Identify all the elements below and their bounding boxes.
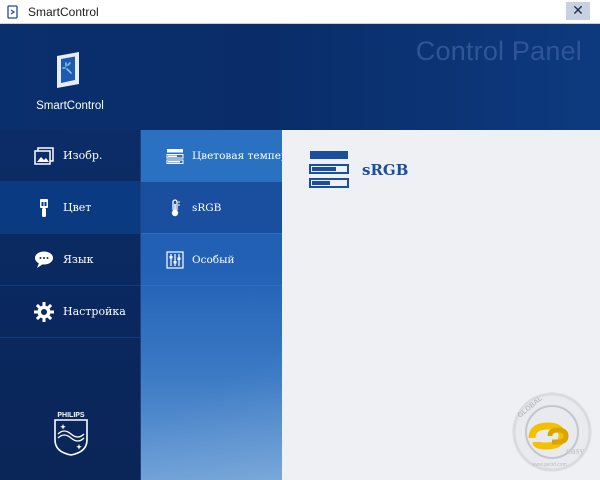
settings-gear-icon bbox=[34, 301, 54, 322]
main-item-language[interactable]: Язык bbox=[0, 234, 140, 286]
header: SmartControl Control Panel bbox=[0, 24, 600, 130]
window-title: SmartControl bbox=[28, 4, 99, 19]
content-title: sRGB bbox=[362, 161, 409, 179]
sub-item-custom[interactable]: Особый bbox=[141, 234, 282, 286]
sliders-icon bbox=[166, 250, 184, 269]
content-pane: sRGB GLOBAL easy www.gecid.com bbox=[282, 130, 600, 480]
sub-item-label: Особый bbox=[192, 253, 235, 266]
main-item-label: Язык bbox=[63, 253, 94, 266]
close-button[interactable]: ✕ bbox=[566, 2, 590, 20]
sub-menu: Цветовая темпер sRGB Особый bbox=[141, 130, 282, 480]
main-item-settings[interactable]: Настройка bbox=[0, 286, 140, 338]
sub-item-label: Цветовая темпер bbox=[192, 149, 282, 162]
logo-title: SmartControl bbox=[36, 100, 104, 112]
title-bar: SmartControl ✕ bbox=[0, 0, 600, 24]
philips-wordmark: PHILIPS bbox=[57, 412, 85, 419]
sub-item-color-temperature[interactable]: Цветовая темпер bbox=[141, 130, 282, 182]
main-item-label: Изобр. bbox=[63, 149, 103, 162]
close-icon: ✕ bbox=[572, 3, 584, 19]
smartcontrol-logo-icon bbox=[57, 52, 79, 88]
main-item-label: Цвет bbox=[63, 201, 92, 214]
panel-title: Control Panel bbox=[415, 36, 582, 66]
srgb-bars-icon bbox=[309, 151, 349, 188]
sub-item-label: sRGB bbox=[192, 201, 222, 214]
sub-item-srgb[interactable]: sRGB bbox=[141, 182, 282, 234]
app-icon bbox=[7, 4, 18, 19]
philips-logo: PHILIPS bbox=[52, 410, 90, 460]
content-header: sRGB bbox=[309, 150, 408, 190]
main-item-label: Настройка bbox=[63, 305, 126, 318]
main-item-color[interactable]: Цвет bbox=[0, 182, 140, 234]
main-item-image[interactable]: Изобр. bbox=[0, 130, 140, 182]
language-bubble-icon bbox=[35, 251, 53, 268]
color-temperature-icon bbox=[166, 148, 184, 164]
image-icon bbox=[34, 146, 54, 165]
watermark-url: www.gecid.com bbox=[532, 462, 567, 468]
philips-shield-icon: PHILIPS bbox=[54, 412, 88, 456]
color-brush-icon bbox=[40, 198, 48, 217]
watermark-bottom-text: easy bbox=[566, 446, 584, 457]
main-menu: Изобр. Цвет Язык Настройка PHILIPS bbox=[0, 130, 141, 480]
watermark-logo: GLOBAL easy www.gecid.com bbox=[512, 392, 592, 472]
thermometer-icon bbox=[171, 198, 180, 216]
smartcontrol-logo: SmartControl bbox=[30, 50, 110, 112]
